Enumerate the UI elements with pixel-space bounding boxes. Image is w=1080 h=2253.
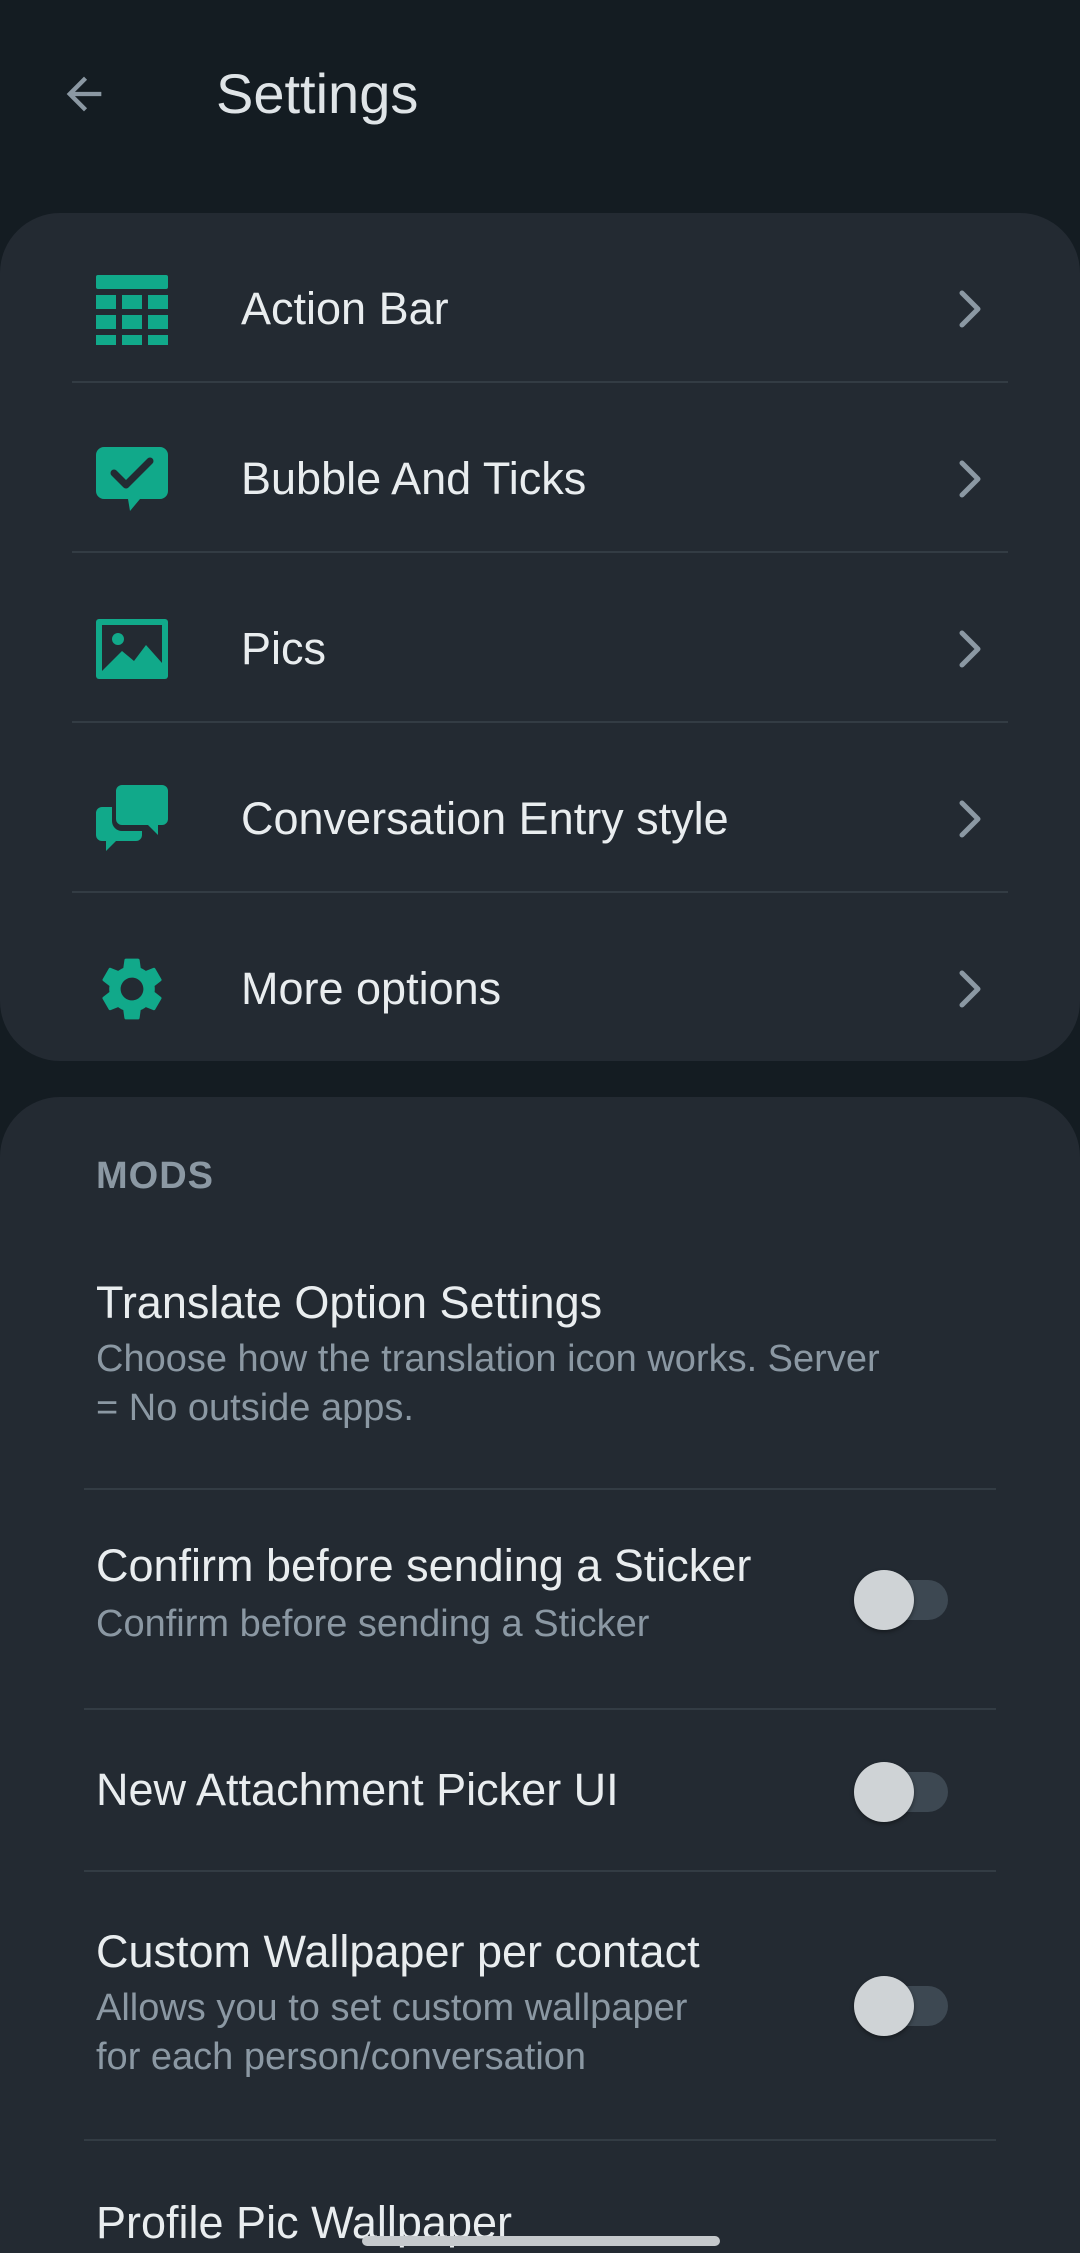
settings-nav-card: Action Bar Bubble And Ticks Pics Convers…	[0, 213, 1080, 1061]
divider	[72, 551, 1008, 553]
nav-item-label: Bubble And Ticks	[241, 453, 587, 504]
pref-summary-line2: = No outside apps.	[96, 1387, 414, 1429]
settings-screen: Settings Action Bar Bubble And Ticks Pic…	[0, 0, 1080, 2253]
nav-item-bubble-and-ticks[interactable]: Bubble And Ticks	[0, 394, 1080, 564]
chevron-right-icon	[956, 627, 986, 671]
home-indicator[interactable]	[362, 2236, 720, 2246]
nav-item-conversation-entry-style[interactable]: Conversation Entry style	[0, 734, 1080, 904]
divider	[72, 381, 1008, 383]
chevron-right-icon	[956, 797, 986, 841]
nav-item-label: Conversation Entry style	[241, 793, 729, 844]
custom-wallpaper-switch[interactable]	[854, 1976, 950, 2036]
mods-card: MODS Translate Option Settings Choose ho…	[0, 1097, 1080, 2253]
chevron-right-icon	[956, 287, 986, 331]
top-app-bar: Settings	[0, 0, 1080, 190]
pref-confirm-sticker[interactable]: Confirm before sending a Sticker Confirm…	[0, 1490, 1080, 1708]
conversation-bubbles-icon	[94, 781, 170, 857]
switch-thumb	[854, 1976, 914, 2036]
divider	[72, 721, 1008, 723]
pref-title: Confirm before sending a Sticker	[96, 1540, 752, 1591]
pref-title: New Attachment Picker UI	[96, 1764, 619, 1815]
back-button[interactable]	[48, 58, 120, 130]
image-icon	[94, 611, 170, 687]
page-title: Settings	[216, 62, 419, 125]
confirm-sticker-switch[interactable]	[854, 1570, 950, 1630]
nav-item-label: More options	[241, 963, 502, 1014]
nav-item-label: Action Bar	[241, 283, 449, 334]
attachment-picker-switch[interactable]	[854, 1762, 950, 1822]
pref-custom-wallpaper[interactable]: Custom Wallpaper per contact Allows you …	[0, 1872, 1080, 2138]
nav-item-action-bar[interactable]: Action Bar	[0, 224, 1080, 394]
grid-table-icon	[94, 271, 170, 347]
pref-summary-line2: for each person/conversation	[96, 2036, 587, 2078]
chevron-right-icon	[956, 457, 986, 501]
pref-summary-line1: Confirm before sending a Sticker	[96, 1603, 650, 1645]
pref-title: Custom Wallpaper per contact	[96, 1926, 700, 1977]
chevron-right-icon	[956, 967, 986, 1011]
pref-summary-line1: Allows you to set custom wallpaper	[96, 1987, 688, 2029]
pref-title: Translate Option Settings	[96, 1277, 603, 1328]
switch-thumb	[854, 1762, 914, 1822]
section-title: MODS	[96, 1155, 214, 1197]
switch-thumb	[854, 1570, 914, 1630]
nav-item-pics[interactable]: Pics	[0, 564, 1080, 734]
divider	[72, 891, 1008, 893]
pref-translate-option-settings[interactable]: Translate Option Settings Choose how the…	[0, 1257, 1080, 1485]
pref-new-attachment-picker[interactable]: New Attachment Picker UI	[0, 1710, 1080, 1870]
nav-item-label: Pics	[241, 623, 327, 674]
pref-summary-line1: Choose how the translation icon works. S…	[96, 1338, 880, 1380]
nav-item-more-options[interactable]: More options	[0, 904, 1080, 1061]
chat-bubble-check-icon	[94, 441, 170, 517]
arrow-left-icon	[66, 76, 102, 112]
gear-icon	[94, 951, 170, 1027]
